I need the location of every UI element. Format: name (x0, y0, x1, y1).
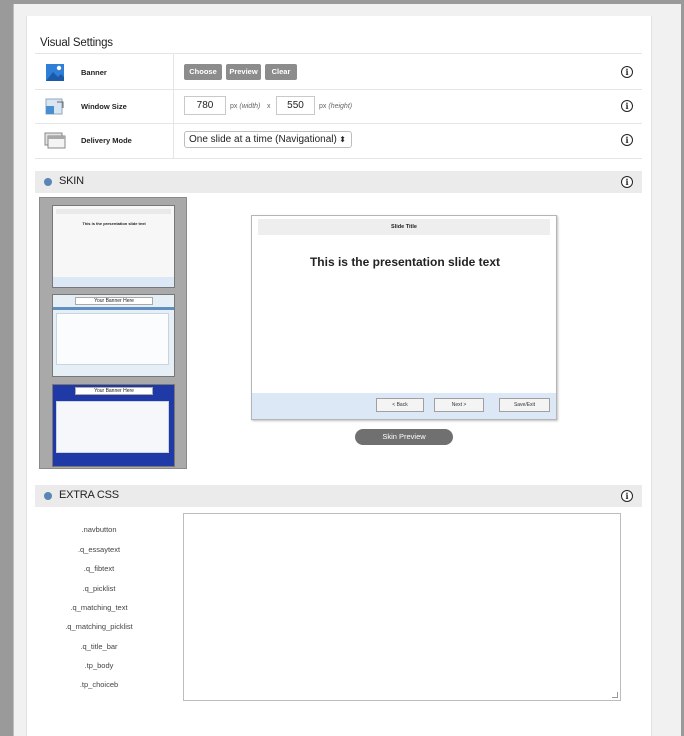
extra-css-section-label: EXTRA CSS (59, 489, 119, 501)
column-divider (173, 54, 174, 158)
next-button[interactable]: Next > (434, 398, 484, 412)
width-hint: (width) (239, 103, 261, 110)
save-exit-button[interactable]: Save/Exit (499, 398, 550, 412)
window-size-label: Window Size (81, 102, 127, 111)
clear-banner-button[interactable]: Clear (265, 64, 297, 80)
resize-grip-icon[interactable] (612, 692, 618, 698)
skin-info-icon[interactable]: i (621, 176, 633, 188)
image-icon (44, 63, 66, 83)
slide-title: Slide Title (258, 219, 550, 235)
thumb-content (56, 401, 169, 453)
visual-settings-title: Visual Settings (40, 37, 113, 49)
extra-css-textarea[interactable] (183, 513, 621, 701)
banner-info-icon[interactable]: i (621, 66, 633, 78)
collapse-icon[interactable] (44, 178, 52, 186)
css-class-label: .q_matching_picklist (65, 622, 133, 631)
extra-css-info-icon[interactable]: i (621, 490, 633, 502)
window-size-icon (44, 97, 66, 117)
thumb-nav-bar (53, 307, 174, 310)
times-symbol: x (267, 103, 271, 110)
skin-preview-button[interactable]: Skin Preview (355, 429, 453, 445)
back-button[interactable]: < Back (376, 398, 424, 412)
skin-thumb-1[interactable]: This is the presentation slide text (52, 205, 175, 288)
skin-section-label: SKIN (59, 175, 84, 187)
window-width-field[interactable]: 780 (184, 96, 226, 115)
height-unit-px: px (319, 103, 327, 110)
skin-preview-slide: Slide Title This is the presentation sli… (251, 215, 557, 420)
divider (35, 158, 642, 159)
delivery-mode-info-icon[interactable]: i (621, 134, 633, 146)
css-class-label: .q_picklist (82, 584, 116, 593)
height-unit: px (height) (319, 103, 352, 110)
css-class-label: .q_fibtext (83, 564, 115, 573)
divider (35, 89, 642, 90)
slide-text: This is the presentation slide text (309, 255, 501, 269)
delivery-mode-select[interactable]: One slide at a time (Navigational) ⬍ (184, 131, 352, 148)
delivery-mode-icon (44, 131, 66, 151)
css-class-label: .q_matching_text (70, 603, 128, 612)
thumb-content (56, 313, 169, 365)
banner-label: Banner (81, 68, 107, 77)
divider (35, 53, 642, 54)
extra-css-section-header[interactable]: EXTRA CSS (35, 485, 642, 507)
css-class-label: .q_title_bar (80, 642, 118, 651)
preview-banner-button[interactable]: Preview (226, 64, 261, 80)
css-class-label: .navbutton (81, 525, 117, 534)
skin-thumb-3[interactable]: Your Banner Here (52, 384, 175, 467)
width-unit-px: px (230, 103, 238, 110)
delivery-mode-value: One slide at a time (Navigational) (189, 134, 337, 145)
divider (35, 123, 642, 124)
skin-section-header[interactable]: SKIN (35, 171, 642, 193)
skin-thumb-2[interactable]: Your Banner Here (52, 294, 175, 377)
height-hint: (height) (328, 103, 353, 110)
select-arrows-icon: ⬍ (339, 135, 346, 144)
delivery-mode-label: Delivery Mode (81, 136, 132, 145)
thumb-title-bar (56, 209, 171, 214)
css-class-label: .tp_body (84, 661, 114, 670)
window-size-info-icon[interactable]: i (621, 100, 633, 112)
collapse-icon[interactable] (44, 492, 52, 500)
thumb-banner: Your Banner Here (75, 387, 153, 395)
thumb-footer (53, 277, 174, 287)
width-unit: px (width) (230, 103, 260, 110)
skin-thumbnail-list[interactable]: This is the presentation slide text Your… (39, 197, 187, 469)
thumb-banner: Your Banner Here (75, 297, 153, 305)
css-class-label: .q_essaytext (77, 545, 121, 554)
window-height-field[interactable]: 550 (276, 96, 315, 115)
thumb-slide-text: This is the presentation slide text (82, 221, 146, 226)
css-class-label: .tp_choiceb (79, 680, 119, 689)
choose-banner-button[interactable]: Choose (184, 64, 222, 80)
